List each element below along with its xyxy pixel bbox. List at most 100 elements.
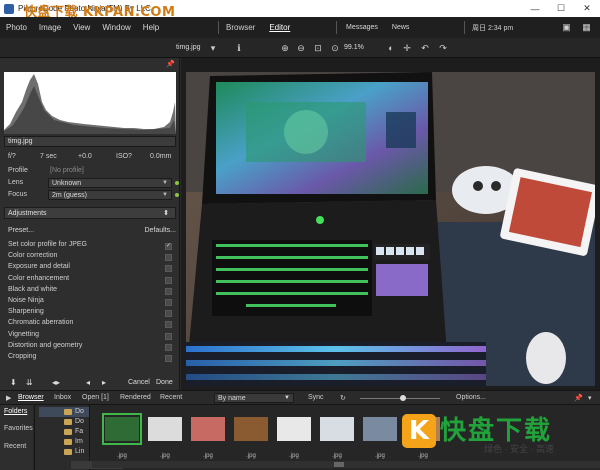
profile-row: Profile [No profile] xyxy=(8,166,176,177)
adjustment-checkbox[interactable] xyxy=(165,265,172,273)
redo-icon[interactable]: ↷ xyxy=(436,41,450,55)
thumbnail-caption: .jpg xyxy=(203,453,213,459)
nav-recent[interactable]: Recent xyxy=(4,443,26,450)
adjustment-checkbox[interactable] xyxy=(165,343,172,351)
thumbnail[interactable]: .jpg xyxy=(274,413,314,459)
nav-folders[interactable]: Folders xyxy=(4,408,27,415)
menu-view[interactable]: View xyxy=(67,23,96,32)
folder-item[interactable]: Do xyxy=(39,417,89,427)
mode-browser[interactable]: Browser xyxy=(226,23,255,32)
close-button[interactable]: ✕ xyxy=(574,0,600,17)
pin-icon[interactable]: 📌 xyxy=(166,60,175,68)
preset-button[interactable]: Preset... xyxy=(8,227,34,234)
list-item[interactable]: Sharpening xyxy=(8,308,172,319)
menu-photo[interactable]: Photo xyxy=(0,23,33,32)
adjustment-checkbox[interactable] xyxy=(165,276,172,284)
dropdown-arrow-icon[interactable]: ▾ xyxy=(588,394,592,402)
dropdown-arrow-icon[interactable]: ▾ xyxy=(206,41,220,55)
compare-icon[interactable]: ◐ xyxy=(384,41,398,55)
previous-icon[interactable]: ◂ xyxy=(86,378,90,387)
adjustment-label: Noise Ninja xyxy=(8,296,44,304)
sort-select[interactable]: By name ▼ xyxy=(214,393,294,403)
maximize-button[interactable]: ☐ xyxy=(548,0,574,17)
folder-item[interactable]: Lin xyxy=(39,447,89,457)
adjustment-checkbox[interactable]: ✓ xyxy=(165,243,172,250)
adjustment-checkbox[interactable] xyxy=(165,287,172,295)
news-link[interactable]: News xyxy=(392,24,410,31)
adjustment-label: Color correction xyxy=(8,252,58,260)
info-icon[interactable]: ℹ xyxy=(232,41,246,55)
tab-browser[interactable]: Browser xyxy=(18,394,44,401)
folder-item[interactable]: Do xyxy=(39,407,89,417)
defaults-button[interactable]: Defaults... xyxy=(144,227,176,234)
zoom-fit-icon[interactable]: ⊡ xyxy=(311,41,325,55)
folder-item[interactable]: Im xyxy=(39,437,89,447)
list-item[interactable]: Exposure and detail xyxy=(8,263,172,274)
sync-button[interactable]: Sync xyxy=(308,394,324,401)
adjustment-checkbox[interactable] xyxy=(165,332,172,340)
pin-icon[interactable]: 📌 xyxy=(574,394,583,402)
tab-recent[interactable]: Recent xyxy=(160,394,182,401)
cancel-button[interactable]: Cancel xyxy=(128,379,150,386)
zoom-level: 99.1% xyxy=(344,44,364,51)
folder-label: Fa xyxy=(75,428,84,435)
mode-editor[interactable]: Editor xyxy=(269,23,290,32)
adjustment-checkbox[interactable] xyxy=(165,254,172,262)
thumbnail-size-slider[interactable] xyxy=(360,395,440,401)
nav-favorites[interactable]: Favorites xyxy=(4,425,33,432)
focus-select[interactable]: 2m (guess) ▼ xyxy=(48,190,172,200)
zoom-in-icon[interactable]: ⊕ xyxy=(278,41,292,55)
list-item[interactable]: Noise Ninja xyxy=(8,297,172,308)
menu-image[interactable]: Image xyxy=(33,23,67,32)
list-item[interactable]: Chromatic aberration xyxy=(8,319,172,330)
adjustments-header[interactable]: Adjustments ⬍ xyxy=(4,207,176,219)
scrollbar-thumb[interactable] xyxy=(334,462,344,467)
list-item[interactable]: Distortion and geometry xyxy=(8,342,172,353)
menu-window[interactable]: Window xyxy=(96,23,136,32)
next-icon[interactable]: ▸ xyxy=(102,378,106,387)
list-item[interactable]: Set color profile for JPEG ✓ xyxy=(8,241,172,252)
adjustment-checkbox[interactable] xyxy=(165,310,172,318)
thumbnail[interactable]: .jpg xyxy=(188,413,228,459)
thumbnail[interactable]: .jpg xyxy=(317,413,357,459)
zoom-out-icon[interactable]: ⊖ xyxy=(294,41,308,55)
lens-select[interactable]: Unknown ▼ xyxy=(48,178,172,188)
thumbnail[interactable]: .jpg xyxy=(360,413,400,459)
crosshair-icon[interactable]: ✛ xyxy=(400,41,414,55)
messages-link[interactable]: Messages xyxy=(346,24,378,31)
menu-help[interactable]: Help xyxy=(137,23,165,32)
list-item[interactable]: Color enhancement xyxy=(8,275,172,286)
slider-knob[interactable] xyxy=(400,395,406,401)
grid-view-icon[interactable]: ▦ xyxy=(580,21,593,34)
divider xyxy=(464,21,465,34)
tab-inbox[interactable]: Inbox xyxy=(54,394,71,401)
filmstrip-scrollbar[interactable] xyxy=(92,461,600,468)
image-canvas[interactable] xyxy=(181,58,600,390)
arrow-down-icon[interactable]: ⬇ xyxy=(10,378,17,387)
divider xyxy=(336,21,337,34)
undo-icon[interactable]: ↶ xyxy=(418,41,432,55)
adjustment-checkbox[interactable] xyxy=(165,354,172,362)
tab-rendered[interactable]: Rendered xyxy=(120,394,151,401)
play-icon[interactable]: ▶ xyxy=(6,394,11,402)
tab-open[interactable]: Open [1] xyxy=(82,394,109,401)
split-view-icon[interactable]: ◂▸ xyxy=(52,378,60,387)
adjustment-checkbox[interactable] xyxy=(165,298,172,306)
refresh-icon[interactable]: ↻ xyxy=(340,394,346,402)
thumbnail[interactable]: .jpg xyxy=(102,413,142,459)
done-button[interactable]: Done xyxy=(156,379,173,386)
single-view-icon[interactable]: ▣ xyxy=(560,21,573,34)
list-item[interactable]: Black and white xyxy=(8,286,172,297)
folder-item[interactable]: Fa xyxy=(39,427,89,437)
list-item[interactable]: Vignetting xyxy=(8,331,172,342)
thumbnail-image xyxy=(277,417,311,441)
minimize-button[interactable]: — xyxy=(522,0,548,17)
list-item[interactable]: Color correction xyxy=(8,252,172,263)
zoom-actual-icon[interactable]: ⊙ xyxy=(328,41,342,55)
adjustment-checkbox[interactable] xyxy=(165,321,172,329)
thumbnail[interactable]: .jpg xyxy=(231,413,271,459)
options-button[interactable]: Options... xyxy=(456,394,486,401)
arrow-down-double-icon[interactable]: ⇊ xyxy=(26,378,33,387)
thumbnail[interactable]: .jpg xyxy=(145,413,185,459)
list-item[interactable]: Cropping xyxy=(8,353,172,364)
